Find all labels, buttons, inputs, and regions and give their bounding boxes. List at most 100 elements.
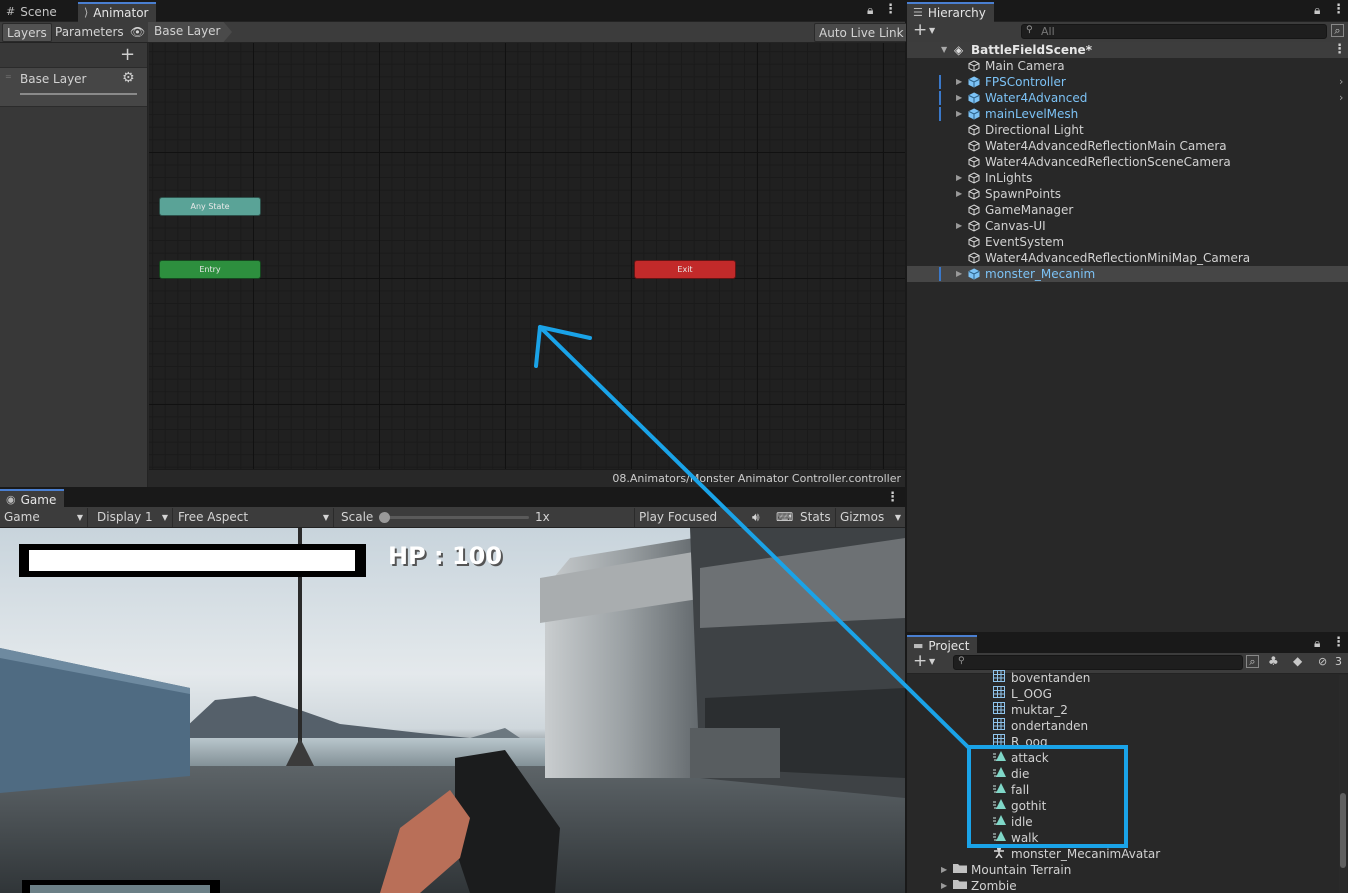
chevron-down-icon[interactable]: ▼ bbox=[929, 26, 935, 35]
mesh-icon bbox=[993, 670, 1005, 686]
lock-icon[interactable]: 🔒︎ bbox=[1314, 3, 1320, 18]
project-item-label: walk bbox=[1011, 831, 1039, 845]
hierarchy-item[interactable]: ▶ InLights bbox=[907, 170, 1348, 186]
more-icon[interactable]: ⋮ bbox=[1332, 635, 1345, 650]
keyboard-icon[interactable]: ⌨ bbox=[772, 508, 797, 527]
project-item-label: boventanden bbox=[1011, 671, 1091, 685]
scene-header-row[interactable]: ▼ ◈ BattleFieldScene* ⋮ bbox=[907, 42, 1348, 58]
hierarchy-item[interactable]: ▶ mainLevelMesh bbox=[907, 106, 1348, 122]
mesh-icon bbox=[993, 734, 1005, 750]
tab-scene[interactable]: # Scene bbox=[0, 2, 65, 22]
animation-clip-icon bbox=[993, 798, 1007, 814]
hierarchy-item[interactable]: ▶ Canvas-UI bbox=[907, 218, 1348, 234]
create-button[interactable]: + bbox=[913, 651, 927, 671]
search-options-icon[interactable]: ⌕ bbox=[1246, 655, 1259, 668]
expand-arrow-icon[interactable]: ▶ bbox=[956, 170, 962, 186]
project-item-label: muktar_2 bbox=[1011, 703, 1068, 717]
search-options-icon[interactable]: ⌕ bbox=[1331, 24, 1344, 37]
gameobject-icon bbox=[968, 172, 980, 184]
expand-arrow-icon[interactable]: ▶ bbox=[956, 90, 962, 106]
hierarchy-item[interactable]: EventSystem bbox=[907, 234, 1348, 250]
tab-animator[interactable]: ⟩ Animator bbox=[78, 2, 157, 22]
animator-tabbar: # Scene ⟩ Animator 🔒︎ ⋮ bbox=[0, 0, 905, 22]
hierarchy-item[interactable]: ▶ SpawnPoints bbox=[907, 186, 1348, 202]
expand-arrow-icon[interactable]: ▶ bbox=[956, 266, 962, 282]
project-scrollbar-thumb[interactable] bbox=[1340, 793, 1346, 868]
hierarchy-item-label: monster_Mecanim bbox=[985, 267, 1096, 281]
hierarchy-search-input[interactable]: ⚲ All bbox=[1021, 24, 1327, 39]
breadcrumb[interactable]: Base Layer bbox=[148, 22, 232, 42]
label-tag-icon[interactable]: ◆ bbox=[1293, 654, 1302, 668]
expand-arrow-icon[interactable]: ▶ bbox=[941, 878, 947, 893]
expand-arrow-icon[interactable]: ▶ bbox=[956, 106, 962, 122]
expand-arrow-icon[interactable]: ▶ bbox=[956, 74, 962, 90]
hierarchy-item[interactable]: Directional Light bbox=[907, 122, 1348, 138]
drag-handle-icon[interactable]: = bbox=[5, 72, 12, 81]
chevron-right-icon[interactable]: › bbox=[1339, 90, 1343, 106]
node-entry[interactable]: Entry bbox=[159, 260, 261, 279]
chevron-right-icon[interactable]: › bbox=[1339, 74, 1343, 90]
lock-icon[interactable]: 🔒︎ bbox=[867, 3, 873, 18]
more-icon[interactable]: ⋮ bbox=[1333, 42, 1346, 58]
tab-game[interactable]: ◉ Game bbox=[0, 489, 65, 509]
project-search-input[interactable]: ⚲ bbox=[953, 655, 1243, 670]
expand-arrow-icon[interactable]: ▶ bbox=[941, 862, 947, 878]
project-item-label: Zombie bbox=[971, 879, 1017, 893]
project-item-label: gothit bbox=[1011, 799, 1047, 813]
hierarchy-item-label: Water4AdvancedReflectionMiniMap_Camera bbox=[985, 251, 1251, 265]
expand-arrow-icon[interactable]: ▶ bbox=[956, 186, 962, 202]
prefab-icon bbox=[968, 76, 980, 88]
layer-item-base[interactable]: = Base Layer ⚙ bbox=[0, 67, 147, 107]
expand-arrow-icon[interactable]: ▶ bbox=[956, 218, 962, 234]
display-mode-dropdown[interactable]: Game ▼ bbox=[0, 508, 88, 527]
mute-audio-icon[interactable]: 🔊︎ bbox=[748, 508, 764, 527]
controller-path: 08.Animators/Monster Animator Controller… bbox=[149, 469, 905, 487]
more-icon[interactable]: ⋮ bbox=[886, 490, 899, 505]
display-dropdown[interactable]: Display 1 ▼ bbox=[93, 508, 173, 527]
state-machine-graph[interactable] bbox=[149, 43, 905, 469]
chevron-down-icon[interactable]: ▼ bbox=[929, 657, 935, 666]
tab-layers[interactable]: Layers bbox=[2, 23, 52, 42]
gear-icon[interactable]: ⚙ bbox=[122, 70, 135, 86]
add-layer-button[interactable]: + bbox=[120, 44, 135, 65]
scale-slider-handle[interactable] bbox=[379, 512, 390, 523]
scale-label: Scale bbox=[341, 510, 374, 524]
game-viewport[interactable]: HP : 100 bbox=[0, 528, 905, 893]
project-item-label: fall bbox=[1011, 783, 1030, 797]
gizmos-dropdown[interactable]: Gizmos ▼ bbox=[835, 508, 905, 527]
animation-clip-icon bbox=[993, 750, 1007, 766]
play-focused-dropdown[interactable]: Play Focused bbox=[634, 508, 742, 527]
avatar-icon bbox=[993, 846, 1005, 862]
tab-parameters[interactable]: Parameters bbox=[51, 23, 128, 42]
project-scrollbar[interactable] bbox=[1339, 675, 1347, 893]
hierarchy-item[interactable]: ▶ FPSController › bbox=[907, 74, 1348, 90]
project-item-label: L_OOG bbox=[1011, 687, 1052, 701]
hierarchy-item[interactable]: ▶ Water4Advanced › bbox=[907, 90, 1348, 106]
hierarchy-item[interactable]: Water4AdvancedReflectionMain Camera bbox=[907, 138, 1348, 154]
node-exit[interactable]: Exit bbox=[634, 260, 736, 279]
expand-arrow-icon[interactable]: ▼ bbox=[941, 42, 947, 58]
create-button[interactable]: + bbox=[913, 20, 927, 40]
hierarchy-item[interactable]: Main Camera bbox=[907, 58, 1348, 74]
hierarchy-item[interactable]: GameManager bbox=[907, 202, 1348, 218]
hp-bar-frame bbox=[19, 544, 366, 577]
hierarchy-item[interactable]: Water4AdvancedReflectionSceneCamera bbox=[907, 154, 1348, 170]
hierarchy-tabbar: ☰ Hierarchy 🔒︎ ⋮ bbox=[907, 0, 1348, 22]
filter-type-icon[interactable]: ♣ bbox=[1268, 654, 1279, 668]
eye-icon[interactable]: 👁︎ bbox=[126, 23, 149, 42]
hierarchy-item[interactable]: Water4AdvancedReflectionMiniMap_Camera bbox=[907, 250, 1348, 266]
gameobject-icon bbox=[968, 140, 980, 152]
tab-hierarchy[interactable]: ☰ Hierarchy bbox=[907, 2, 994, 22]
scene-name: BattleFieldScene* bbox=[971, 43, 1092, 57]
auto-live-link-button[interactable]: Auto Live Link bbox=[814, 23, 909, 42]
node-any-state[interactable]: Any State bbox=[159, 197, 261, 216]
more-icon[interactable]: ⋮ bbox=[884, 2, 897, 17]
more-icon[interactable]: ⋮ bbox=[1332, 2, 1345, 17]
scale-slider[interactable] bbox=[379, 512, 529, 523]
lock-icon[interactable]: 🔒︎ bbox=[1314, 636, 1320, 651]
stats-button[interactable]: Stats bbox=[796, 508, 835, 527]
unity-scene-icon: ◈ bbox=[954, 43, 964, 57]
hidden-packages-icon[interactable]: ⊘ bbox=[1318, 655, 1327, 668]
hierarchy-item[interactable]: ▶ monster_Mecanim bbox=[907, 266, 1348, 282]
aspect-dropdown[interactable]: Free Aspect ▼ bbox=[174, 508, 334, 527]
